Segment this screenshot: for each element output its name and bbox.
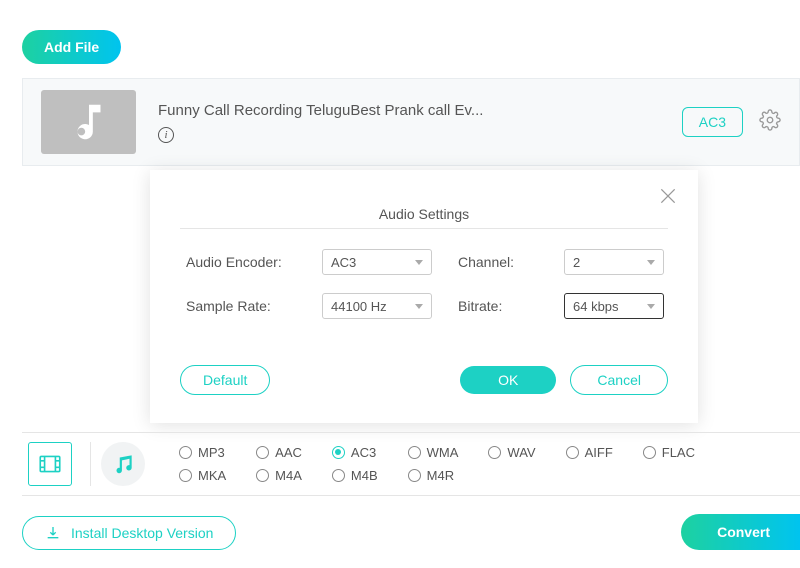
- radio-icon: [408, 446, 421, 459]
- radio-icon: [488, 446, 501, 459]
- format-radio-m4r[interactable]: M4R: [408, 468, 459, 483]
- cancel-button[interactable]: Cancel: [570, 365, 668, 395]
- install-button[interactable]: Install Desktop Version: [22, 516, 236, 550]
- chevron-down-icon: [647, 260, 655, 265]
- sample-label: Sample Rate:: [186, 298, 296, 314]
- close-button[interactable]: [658, 186, 678, 211]
- sample-value: 44100 Hz: [331, 299, 387, 314]
- bitrate-label: Bitrate:: [458, 298, 538, 314]
- radio-icon: [566, 446, 579, 459]
- format-radio-ac3[interactable]: AC3: [332, 445, 378, 460]
- radio-label: AAC: [275, 445, 302, 460]
- radio-icon: [256, 446, 269, 459]
- radio-label: FLAC: [662, 445, 695, 460]
- tab-video[interactable]: [28, 442, 72, 486]
- settings-button[interactable]: [759, 109, 781, 136]
- file-info: Funny Call Recording TeluguBest Prank ca…: [158, 102, 682, 143]
- format-radio-aac[interactable]: AAC: [256, 445, 302, 460]
- channel-select[interactable]: 2: [564, 249, 664, 275]
- gear-icon: [759, 109, 781, 131]
- modal-buttons: Default OK Cancel: [180, 365, 668, 395]
- file-card: Funny Call Recording TeluguBest Prank ca…: [22, 78, 800, 166]
- radio-label: MP3: [198, 445, 225, 460]
- film-icon: [37, 451, 63, 477]
- file-thumbnail: [41, 90, 136, 154]
- channel-label: Channel:: [458, 254, 538, 270]
- settings-form: Audio Encoder: AC3 Channel: 2 Sample Rat…: [186, 249, 668, 319]
- info-icon[interactable]: i: [158, 127, 174, 143]
- radio-icon: [256, 469, 269, 482]
- format-options: MP3 AAC AC3 WMA WAV AIFF FLAC MKA M4A M4B M4R: [179, 445, 695, 483]
- chevron-down-icon: [415, 260, 423, 265]
- format-radio-m4a[interactable]: M4A: [256, 468, 302, 483]
- radio-icon: [179, 469, 192, 482]
- channel-value: 2: [573, 255, 580, 270]
- format-bar: MP3 AAC AC3 WMA WAV AIFF FLAC MKA M4A M4B M4R: [22, 432, 800, 496]
- audio-settings-modal: Audio Settings Audio Encoder: AC3 Channe…: [150, 170, 698, 423]
- radio-label: AC3: [351, 445, 376, 460]
- radio-icon: [332, 446, 345, 459]
- download-icon: [45, 525, 61, 541]
- install-label: Install Desktop Version: [71, 525, 213, 541]
- close-icon: [658, 186, 678, 206]
- format-radio-mp3[interactable]: MP3: [179, 445, 226, 460]
- music-icon: [110, 451, 136, 477]
- radio-label: WAV: [507, 445, 535, 460]
- chevron-down-icon: [647, 304, 655, 309]
- format-radio-flac[interactable]: FLAC: [643, 445, 695, 460]
- format-radio-aiff[interactable]: AIFF: [566, 445, 613, 460]
- format-radio-wma[interactable]: WMA: [408, 445, 459, 460]
- tab-separator: [90, 442, 91, 486]
- radio-icon: [179, 446, 192, 459]
- chevron-down-icon: [415, 304, 423, 309]
- sample-select[interactable]: 44100 Hz: [322, 293, 432, 319]
- file-title: Funny Call Recording TeluguBest Prank ca…: [158, 102, 682, 119]
- encoder-select[interactable]: AC3: [322, 249, 432, 275]
- radio-label: MKA: [198, 468, 226, 483]
- modal-title: Audio Settings: [180, 206, 668, 229]
- format-radio-m4b[interactable]: M4B: [332, 468, 378, 483]
- default-button[interactable]: Default: [180, 365, 270, 395]
- radio-icon: [332, 469, 345, 482]
- encoder-value: AC3: [331, 255, 356, 270]
- radio-icon: [643, 446, 656, 459]
- ok-button[interactable]: OK: [460, 366, 556, 394]
- format-badge[interactable]: AC3: [682, 107, 743, 137]
- tab-audio[interactable]: [101, 442, 145, 486]
- radio-label: M4R: [427, 468, 454, 483]
- bitrate-value: 64 kbps: [573, 299, 619, 314]
- music-note-icon: [66, 99, 112, 145]
- radio-label: WMA: [427, 445, 459, 460]
- radio-label: AIFF: [585, 445, 613, 460]
- encoder-label: Audio Encoder:: [186, 254, 296, 270]
- radio-icon: [408, 469, 421, 482]
- format-radio-mka[interactable]: MKA: [179, 468, 226, 483]
- radio-label: M4B: [351, 468, 378, 483]
- format-radio-wav[interactable]: WAV: [488, 445, 535, 460]
- radio-label: M4A: [275, 468, 302, 483]
- bitrate-select[interactable]: 64 kbps: [564, 293, 664, 319]
- add-file-button[interactable]: Add File: [22, 30, 121, 64]
- convert-button[interactable]: Convert: [681, 514, 800, 550]
